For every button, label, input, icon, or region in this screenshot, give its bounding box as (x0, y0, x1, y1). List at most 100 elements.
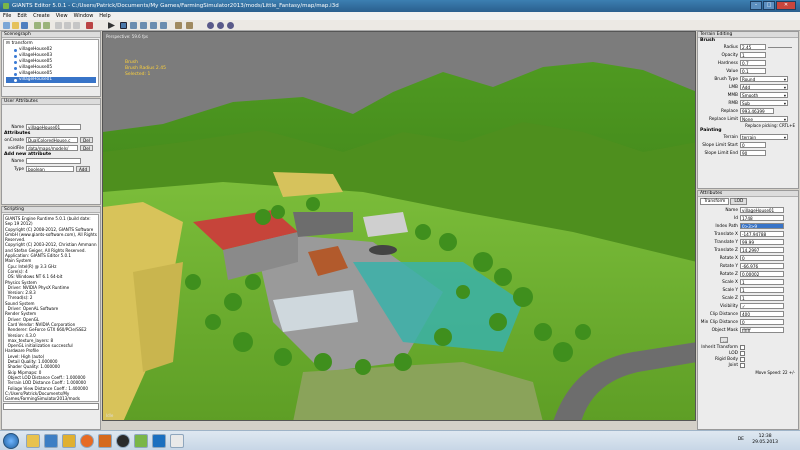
terrain-sculpt-icon[interactable] (175, 22, 182, 29)
new-icon[interactable] (3, 22, 10, 29)
attribute-check-row[interactable]: Joint (698, 362, 798, 368)
light-icon[interactable] (217, 22, 224, 29)
attribute-value[interactable]: 1 (740, 279, 784, 285)
scripting-title: Scripting (2, 207, 100, 213)
delete-attribute-button[interactable]: Del (80, 145, 93, 151)
notepad-icon[interactable] (170, 434, 184, 448)
rmb-select[interactable]: Sub (740, 100, 788, 106)
terrain-paint-icon[interactable] (186, 22, 193, 29)
firefox-icon[interactable] (80, 434, 94, 448)
brush-type-select[interactable]: Round (740, 76, 788, 82)
replace-field[interactable]: 993.46399 (740, 108, 774, 114)
attribute-value[interactable]: ffffff (740, 327, 784, 333)
3d-viewport[interactable]: Perspective: 59.6 fps Brush Brush Radius… (102, 31, 696, 421)
checkbox[interactable] (740, 362, 745, 368)
scenegraph-title: Scenegraph (2, 32, 100, 38)
explorer-icon[interactable] (26, 434, 40, 448)
menu-window[interactable]: Window (74, 12, 94, 20)
new-name-field[interactable] (26, 158, 81, 164)
menu-view[interactable]: View (56, 12, 68, 20)
name-field[interactable]: villageHouse01 (26, 124, 81, 130)
delete-icon[interactable] (86, 22, 93, 29)
attribute-value[interactable]: ✓ (740, 303, 784, 309)
radius-field[interactable]: 2.45 (740, 44, 766, 50)
attribute-value[interactable]: 1 (740, 287, 784, 293)
snap-icon[interactable] (160, 22, 167, 29)
internet-explorer-icon[interactable] (44, 434, 58, 448)
more-button[interactable]: … (720, 337, 728, 343)
settings-icon[interactable] (227, 22, 234, 29)
radius-slider[interactable] (768, 46, 792, 48)
add-attribute-button[interactable]: Add (76, 166, 91, 172)
open-icon[interactable] (12, 22, 19, 29)
scale-tool-icon[interactable] (150, 22, 157, 29)
cut-icon[interactable] (55, 22, 62, 29)
type-select[interactable]: boolean (26, 166, 74, 172)
close-button[interactable]: ✕ (776, 1, 796, 10)
attribute-value[interactable]: 0 (740, 255, 784, 261)
oncreate-label: onCreate (4, 137, 24, 143)
attribute-value[interactable]: 400 (740, 311, 784, 317)
tab-transform[interactable]: Transform (700, 198, 730, 205)
oncreate-field[interactable]: DualColoredHouse.c (26, 137, 78, 143)
scenegraph-tree[interactable]: ⊟ transform villageHouse02 villageHouse03… (3, 39, 99, 87)
attribute-value[interactable]: 0>3>9 (740, 223, 784, 229)
menu-create[interactable]: Create (33, 12, 50, 20)
script-input[interactable] (3, 403, 99, 410)
paste-icon[interactable] (73, 22, 80, 29)
move-tool-icon[interactable] (130, 22, 137, 29)
script-log[interactable]: GIANTS Engine Runtime 5.0.1 (build date:… (3, 214, 99, 402)
value-field[interactable]: 0.1 (740, 68, 766, 74)
opacity-field[interactable]: 1 (740, 52, 766, 58)
attribute-value[interactable]: -66.976 (740, 263, 784, 269)
rmb-label: RMB (728, 100, 738, 106)
minimize-button[interactable]: – (750, 1, 762, 10)
attribute-value[interactable]: 14.2997 (740, 247, 784, 253)
slope-start-field[interactable]: 0 (740, 142, 766, 148)
language-indicator[interactable]: DE (738, 437, 744, 442)
attribute-value[interactable]: 1748 (740, 215, 784, 221)
attribute-label: Scale X (722, 279, 738, 285)
attribute-value[interactable]: 0 (740, 319, 784, 325)
camera-icon[interactable] (207, 22, 214, 29)
redo-icon[interactable] (43, 22, 50, 29)
undo-icon[interactable] (34, 22, 41, 29)
hardness-field[interactable]: 0.7 (740, 60, 766, 66)
delete-attribute-button[interactable]: Del (80, 137, 93, 143)
voidfile-field[interactable]: data/maps/models/ (26, 145, 78, 151)
rotate-tool-icon[interactable] (140, 22, 147, 29)
attribute-value[interactable]: villageHouse01 (740, 207, 784, 213)
menu-edit[interactable]: Edit (17, 12, 27, 20)
terrain-select[interactable]: terrain (740, 134, 788, 140)
start-button[interactable] (3, 433, 19, 449)
media-player-icon[interactable] (98, 434, 112, 448)
lmb-select[interactable]: Add (740, 84, 788, 90)
maximize-button[interactable]: □ (763, 1, 775, 10)
mmb-select[interactable]: Smooth (740, 92, 788, 98)
steam-icon[interactable] (116, 434, 130, 448)
tree-item-selected[interactable]: villageHouse01 (6, 77, 96, 83)
attribute-row: Name villageHouse01 (698, 206, 798, 214)
checkbox[interactable] (740, 356, 745, 362)
copy-icon[interactable] (64, 22, 71, 29)
attribute-value[interactable]: 0.00002 (740, 271, 784, 277)
clock[interactable]: 12:38 29.05.2013 (752, 434, 778, 446)
select-tool-icon[interactable] (120, 22, 127, 29)
photoshop-icon[interactable] (152, 434, 166, 448)
checkbox[interactable] (740, 350, 745, 356)
tab-lod[interactable]: LOD (730, 198, 748, 205)
checkbox[interactable] (740, 344, 745, 350)
replace-limit-select[interactable]: None (740, 116, 788, 122)
attribute-value[interactable]: 99.99 (740, 239, 784, 245)
folder-icon[interactable] (62, 434, 76, 448)
attribute-value[interactable]: -147.94788 (740, 231, 784, 237)
attribute-value[interactable]: 1 (740, 295, 784, 301)
move-speed-status: Move Speed: 22 +/- (755, 370, 795, 375)
save-icon[interactable] (21, 22, 28, 29)
value-label: Value (726, 68, 738, 74)
slope-end-field[interactable]: 90 (740, 150, 766, 156)
menu-help[interactable]: Help (99, 12, 110, 20)
giants-editor-taskbar-icon[interactable] (134, 434, 148, 448)
play-icon[interactable] (108, 22, 115, 29)
menu-file[interactable]: File (3, 12, 11, 20)
